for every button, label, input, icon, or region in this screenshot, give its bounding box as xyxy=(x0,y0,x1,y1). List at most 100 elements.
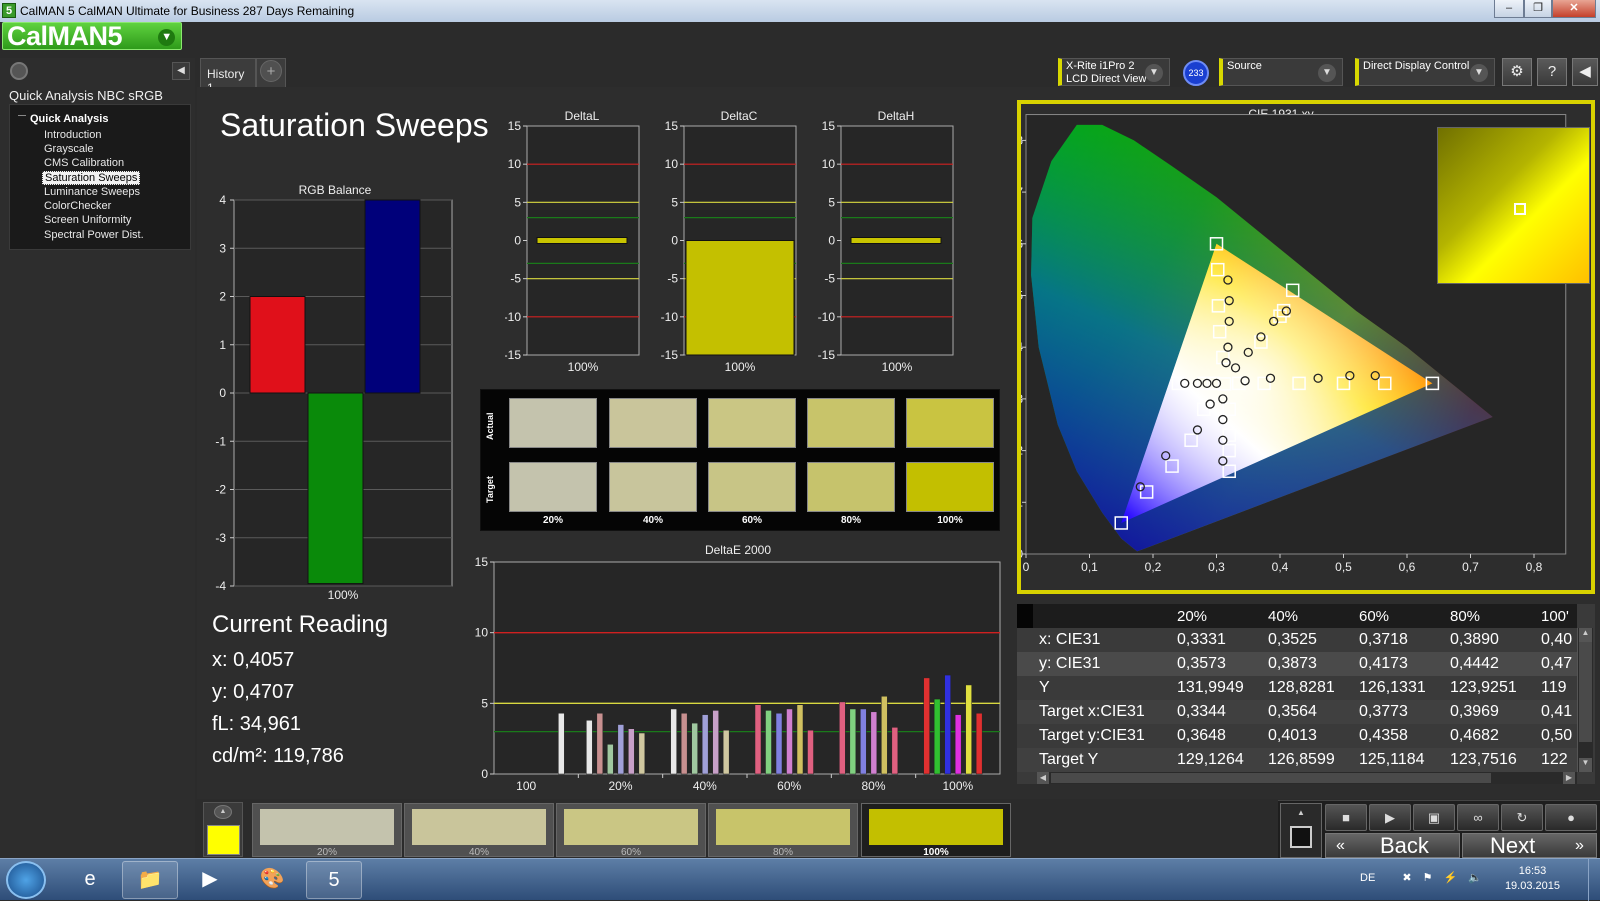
table-row: Target y:CIE31 0,3648 0,4013 0,4358 0,4682 0,… xyxy=(1017,724,1577,748)
swatch-target-80 xyxy=(807,462,895,512)
gear-icon[interactable]: ⚙ xyxy=(1502,58,1532,86)
delta-tick-label: 10 xyxy=(665,157,679,171)
col-header-80: 80% xyxy=(1450,608,1481,625)
table-hscroll-thumb[interactable] xyxy=(1051,773,1491,783)
nav-item-luminance-sweeps[interactable]: Luminance Sweeps xyxy=(42,186,142,198)
meter-badge[interactable]: 233 xyxy=(1183,60,1209,86)
nav-item-saturation-sweeps[interactable]: Saturation Sweeps xyxy=(42,171,141,185)
refresh-icon[interactable]: ↻ xyxy=(1501,804,1543,831)
deltae-bar xyxy=(807,729,814,775)
table-cell: 119 xyxy=(1541,679,1567,696)
delta-tick-label: 10 xyxy=(508,157,522,171)
nav-item-cms-calibration[interactable]: CMS Calibration xyxy=(42,157,126,169)
stop-button[interactable]: ■ xyxy=(1325,804,1367,831)
sweep-swatch-80[interactable]: 80% xyxy=(708,803,858,858)
minimize-button[interactable]: – xyxy=(1494,0,1524,18)
table-cell: 0,3573 xyxy=(1177,655,1226,672)
clock[interactable]: 16:53 19.03.2015 xyxy=(1505,865,1560,892)
sweep-swatch-label: 20% xyxy=(316,847,337,858)
scroll-right-icon[interactable]: ▶ xyxy=(1563,772,1575,784)
media-player-icon[interactable]: ▶ xyxy=(182,861,238,899)
power-icon[interactable]: ⚡ xyxy=(1444,872,1458,884)
workflow-toggle[interactable] xyxy=(10,62,28,80)
table-cell: 0,4358 xyxy=(1359,727,1408,744)
scroll-down-icon[interactable]: ▼ xyxy=(1579,758,1592,772)
workflow-tree: Quick Analysis Introduction Grayscale CM… xyxy=(9,104,191,250)
next-label: Next xyxy=(1490,833,1536,858)
sweep-swatch-20[interactable]: 20% xyxy=(252,803,402,858)
sweep-swatch-fill xyxy=(412,809,546,845)
cie-x-tick-label: 0,7 xyxy=(1462,560,1479,574)
scroll-up-icon[interactable]: ▲ xyxy=(1579,628,1592,642)
swatch-comparison: Actual Target 20% 40% 60% 80% 100% xyxy=(480,389,1000,531)
table-header: 20% 40% 60% 80% 100' xyxy=(1017,604,1577,628)
swatch-target-40 xyxy=(609,462,697,512)
nav-item-grayscale[interactable]: Grayscale xyxy=(42,143,96,155)
table-vscroll-thumb[interactable] xyxy=(1579,642,1592,742)
table-cell: 0,4173 xyxy=(1359,655,1408,672)
deltae-bar xyxy=(870,711,878,775)
swatch-target-20 xyxy=(509,462,597,512)
sweep-swatch-60[interactable]: 60% xyxy=(556,803,706,858)
language-indicator[interactable]: DE xyxy=(1360,872,1375,884)
table-cell: 0,3890 xyxy=(1450,631,1499,648)
close-button[interactable]: ✕ xyxy=(1552,0,1596,18)
rgb-tick-label: 3 xyxy=(219,241,226,255)
collapse-right-icon[interactable]: ◀ xyxy=(1572,58,1598,86)
tab-history-1[interactable]: History 1 xyxy=(200,58,256,95)
source-selector[interactable]: Source ▼ xyxy=(1219,58,1343,86)
back-button[interactable]: « Back xyxy=(1325,833,1460,858)
calman-taskbar-icon[interactable]: 5 xyxy=(306,861,362,899)
table-hscrollbar[interactable]: ◀ ▶ xyxy=(1037,772,1577,784)
row-label: Y xyxy=(1039,679,1050,696)
volume-icon[interactable]: 🔈 xyxy=(1468,872,1482,884)
save-icon[interactable]: ▣ xyxy=(1413,804,1455,831)
delta-tick-label: 5 xyxy=(828,195,835,209)
ie-icon[interactable]: e xyxy=(62,861,118,899)
nav-item-colorchecker[interactable]: ColorChecker xyxy=(42,200,113,212)
paint-icon[interactable]: 🎨 xyxy=(244,861,300,899)
reading-x: x: 0,4057 xyxy=(212,649,295,671)
delta-tick-label: 5 xyxy=(671,195,678,209)
collapse-sidebar-button[interactable]: ◀ xyxy=(172,62,190,80)
deltae-x-label: 40% xyxy=(693,779,717,793)
calman-menu-button[interactable]: CalMAN5 ▼ xyxy=(2,22,182,50)
explorer-icon[interactable]: 📁 xyxy=(122,861,178,899)
chevron-up-icon[interactable]: ▲ xyxy=(214,805,232,819)
show-desktop-button[interactable] xyxy=(1588,859,1600,901)
sweep-swatch-40[interactable]: 40% xyxy=(404,803,554,858)
help-icon[interactable]: ? xyxy=(1537,58,1567,86)
deltae-bar xyxy=(965,684,972,775)
restore-button[interactable]: ❐ xyxy=(1524,0,1552,18)
deltae-bar xyxy=(596,712,604,775)
nav-item-spectral-power[interactable]: Spectral Power Dist. xyxy=(42,229,146,241)
meter-selector[interactable]: X-Rite i1Pro 2 LCD Direct View ▼ xyxy=(1058,58,1170,86)
table-cell: 126,8599 xyxy=(1268,751,1335,768)
loop-icon[interactable]: ∞ xyxy=(1457,804,1499,831)
sweep-swatch-100[interactable]: 100% xyxy=(861,803,1011,858)
nav-item-introduction[interactable]: Introduction xyxy=(42,129,103,141)
network-icon[interactable]: ✖ xyxy=(1402,872,1411,884)
display-selector[interactable]: Direct Display Control ▼ xyxy=(1355,58,1495,86)
brand-label: CalMAN5 xyxy=(7,21,123,51)
add-tab-button[interactable]: + xyxy=(260,60,282,82)
cie-y-tick-label: 0,8 xyxy=(1021,133,1023,147)
rgb-balance-chart: RGB Balance 4 3 2 1 0 -1 -2 -3 -4 100% xyxy=(215,183,453,602)
scroll-left-icon[interactable]: ◀ xyxy=(1037,772,1049,784)
table-cell: 0,47 xyxy=(1541,655,1573,672)
nav-item-screen-uniformity[interactable]: Screen Uniformity xyxy=(42,214,133,226)
stop-big-button[interactable]: ▲ xyxy=(1280,803,1322,858)
flag-icon[interactable]: ⚑ xyxy=(1423,872,1433,884)
delta-tick-label: -10 xyxy=(505,310,521,324)
record-icon[interactable]: ● xyxy=(1545,804,1597,831)
table-cell: 0,3331 xyxy=(1177,631,1226,648)
sweep-swatch-label: 40% xyxy=(468,847,489,858)
windows-start-icon[interactable] xyxy=(6,861,46,899)
play-icon[interactable]: ▶ xyxy=(1369,804,1411,831)
swatch-actual-100 xyxy=(906,398,994,448)
table-vscrollbar[interactable]: ▲ ▼ xyxy=(1577,628,1593,772)
tree-root[interactable]: Quick Analysis xyxy=(30,113,108,125)
rgb-balance-xlabel: 100% xyxy=(328,588,359,602)
chevron-right-icon: » xyxy=(1575,837,1584,854)
next-button[interactable]: Next » xyxy=(1462,833,1597,858)
